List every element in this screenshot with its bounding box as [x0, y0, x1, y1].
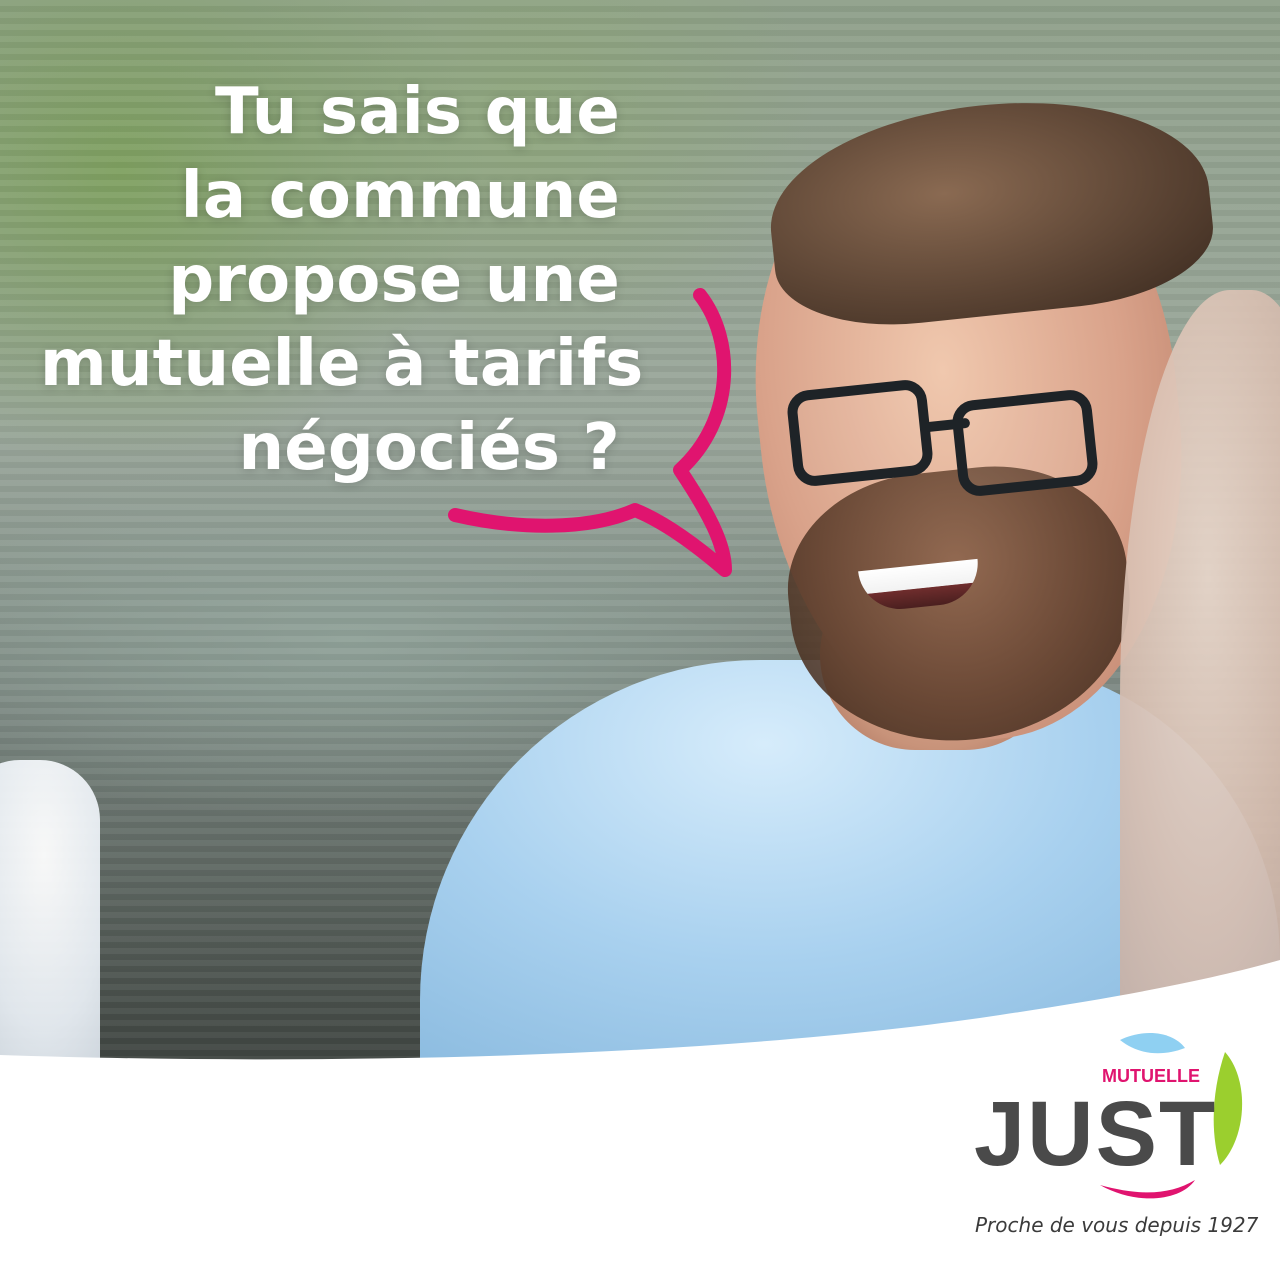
headline-line-4: mutuelle à tarifs — [40, 327, 644, 401]
logo-just-text: JUST — [974, 1083, 1217, 1185]
headline: Tu sais que la commune propose une mutue… — [40, 70, 644, 490]
headline-line-3: propose une — [168, 243, 620, 317]
background-photo: Tu sais que la commune propose une mutue… — [0, 0, 1280, 1110]
ad-canvas: Tu sais que la commune propose une mutue… — [0, 0, 1280, 1280]
headline-line-2: la commune — [180, 159, 620, 233]
headline-line-5: négociés ? — [238, 411, 620, 485]
mutuelle-just-logo: MUTUELLE JUST — [974, 1033, 1243, 1199]
brand-tagline: Proche de vous depuis 1927 — [975, 1213, 1259, 1237]
headline-line-1: Tu sais que — [214, 75, 620, 149]
